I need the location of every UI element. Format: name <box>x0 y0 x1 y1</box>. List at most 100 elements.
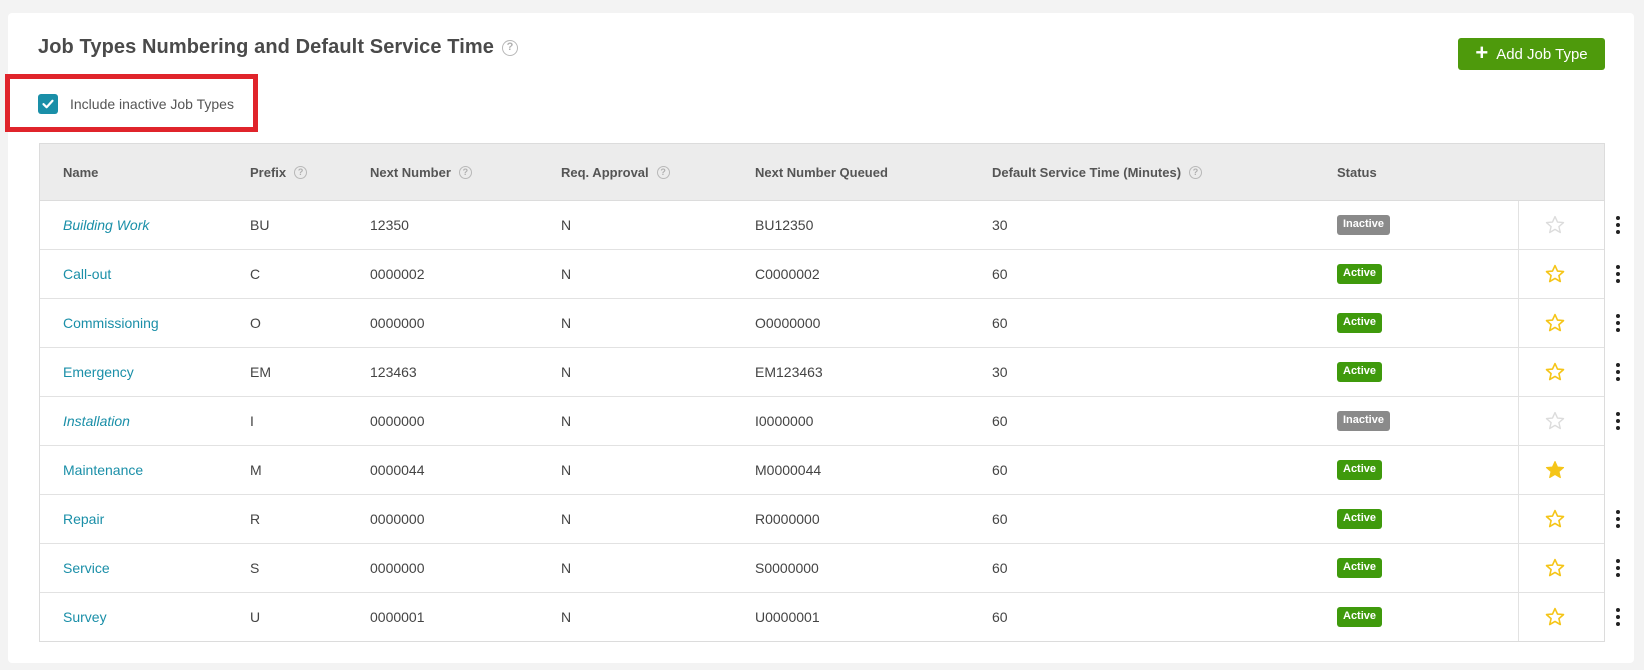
default-service-time-value: 60 <box>992 560 1008 576</box>
include-inactive-checkbox[interactable] <box>38 94 58 114</box>
job-type-name-link[interactable]: Emergency <box>63 364 134 380</box>
cell-name[interactable]: Emergency <box>63 348 134 396</box>
cell-next-number: 0000044 <box>370 446 425 494</box>
column-header-next-number[interactable]: Next Number? <box>370 144 472 200</box>
prefix-value: U <box>250 609 261 625</box>
more-options-icon[interactable] <box>1614 509 1622 529</box>
more-options-icon[interactable] <box>1614 362 1622 382</box>
table-row: Survey U 0000001 N U0000001 60 Active <box>40 593 1620 641</box>
job-types-table: Name Prefix? Next Number? Req. Approval? Nex… <box>39 143 1620 642</box>
cell-prefix: EM <box>250 348 271 396</box>
default-service-time-value: 60 <box>992 266 1008 282</box>
cell-default-service-time: 60 <box>992 544 1008 592</box>
include-inactive-filter[interactable]: Include inactive Job Types <box>38 94 234 114</box>
cell-next-number-queued: EM123463 <box>755 348 823 396</box>
question-circle-icon[interactable]: ? <box>1189 165 1203 179</box>
action-divider <box>1518 397 1519 445</box>
cell-name[interactable]: Survey <box>63 593 107 641</box>
question-circle-icon[interactable]: ? <box>502 39 519 56</box>
action-divider <box>1518 348 1519 396</box>
job-type-name-link[interactable]: Repair <box>63 511 104 527</box>
star-filled-icon[interactable] <box>1545 460 1565 480</box>
next-number-queued-value: C0000002 <box>755 266 820 282</box>
cell-next-number: 0000002 <box>370 250 425 298</box>
cell-next-number: 123463 <box>370 348 417 396</box>
action-divider <box>1518 250 1519 298</box>
job-type-name-link[interactable]: Installation <box>63 413 130 429</box>
column-header-label: Status <box>1337 164 1377 180</box>
question-circle-icon[interactable]: ? <box>294 165 308 179</box>
job-type-name-link[interactable]: Commissioning <box>63 315 159 331</box>
req-approval-value: N <box>561 462 572 478</box>
star-icon[interactable] <box>1545 313 1565 333</box>
column-header-req-approval[interactable]: Req. Approval? <box>561 144 670 200</box>
column-header-status[interactable]: Status <box>1337 144 1377 200</box>
cell-next-number-queued: BU12350 <box>755 201 813 249</box>
status-badge: Active <box>1337 558 1383 578</box>
cell-status: Active <box>1337 495 1383 543</box>
req-approval-value: N <box>561 364 572 380</box>
cell-next-number-queued: R0000000 <box>755 495 820 543</box>
cell-prefix: R <box>250 495 260 543</box>
cell-req-approval: N <box>561 299 571 347</box>
column-header-default-service-time[interactable]: Default Service Time (Minutes)? <box>992 144 1203 200</box>
cell-name[interactable]: Commissioning <box>63 299 159 347</box>
more-options-icon[interactable] <box>1614 411 1622 431</box>
question-circle-icon[interactable]: ? <box>656 165 670 179</box>
star-icon[interactable] <box>1545 264 1565 284</box>
cell-default-service-time: 60 <box>992 446 1008 494</box>
cell-name[interactable]: Call-out <box>63 250 111 298</box>
cell-req-approval: N <box>561 495 571 543</box>
req-approval-value: N <box>561 315 572 331</box>
question-circle-icon[interactable]: ? <box>458 165 472 179</box>
cell-next-number: 0000000 <box>370 544 425 592</box>
star-icon[interactable] <box>1545 607 1565 627</box>
star-icon[interactable] <box>1545 215 1565 235</box>
more-options-icon[interactable] <box>1614 558 1622 578</box>
cell-next-number: 0000000 <box>370 299 425 347</box>
next-number-value: 123463 <box>370 364 417 380</box>
job-type-name-link[interactable]: Survey <box>63 609 107 625</box>
cell-name[interactable]: Maintenance <box>63 446 143 494</box>
prefix-value: EM <box>250 364 271 380</box>
cell-next-number-queued: I0000000 <box>755 397 813 445</box>
add-job-type-label: Add Job Type <box>1496 45 1588 63</box>
next-number-queued-value: M0000044 <box>755 462 822 478</box>
column-header-label: Prefix <box>250 164 287 180</box>
default-service-time-value: 60 <box>992 413 1008 429</box>
req-approval-value: N <box>561 560 572 576</box>
cell-name[interactable]: Repair <box>63 495 104 543</box>
cell-prefix: BU <box>250 201 269 249</box>
star-icon[interactable] <box>1545 509 1565 529</box>
cell-name[interactable]: Building Work <box>63 201 149 249</box>
default-service-time-value: 60 <box>992 315 1008 331</box>
next-number-value: 0000000 <box>370 511 425 527</box>
star-icon[interactable] <box>1545 558 1565 578</box>
job-type-name-link[interactable]: Maintenance <box>63 462 143 478</box>
cell-prefix: O <box>250 299 261 347</box>
job-type-name-link[interactable]: Service <box>63 560 110 576</box>
star-icon[interactable] <box>1545 411 1565 431</box>
job-type-name-link[interactable]: Building Work <box>63 217 149 233</box>
cell-name[interactable]: Service <box>63 544 110 592</box>
add-job-type-button[interactable]: + Add Job Type <box>1458 38 1605 70</box>
job-type-name-link[interactable]: Call-out <box>63 266 111 282</box>
cell-next-number: 0000000 <box>370 397 425 445</box>
more-options-icon[interactable] <box>1614 264 1622 284</box>
star-icon[interactable] <box>1545 362 1565 382</box>
cell-name[interactable]: Installation <box>63 397 130 445</box>
plus-icon: + <box>1475 40 1489 65</box>
cell-next-number-queued: M0000044 <box>755 446 821 494</box>
prefix-value: M <box>250 462 262 478</box>
more-options-icon[interactable] <box>1614 607 1622 627</box>
req-approval-value: N <box>561 266 572 282</box>
more-options-icon[interactable] <box>1614 215 1622 235</box>
default-service-time-value: 60 <box>992 609 1008 625</box>
status-badge: Inactive <box>1337 411 1390 431</box>
cell-status: Active <box>1337 593 1383 641</box>
column-header-prefix[interactable]: Prefix? <box>250 144 308 200</box>
column-header-next-number-queued[interactable]: Next Number Queued <box>755 144 888 200</box>
more-options-icon[interactable] <box>1614 313 1622 333</box>
cell-default-service-time: 60 <box>992 299 1008 347</box>
column-header-name[interactable]: Name <box>63 144 98 200</box>
